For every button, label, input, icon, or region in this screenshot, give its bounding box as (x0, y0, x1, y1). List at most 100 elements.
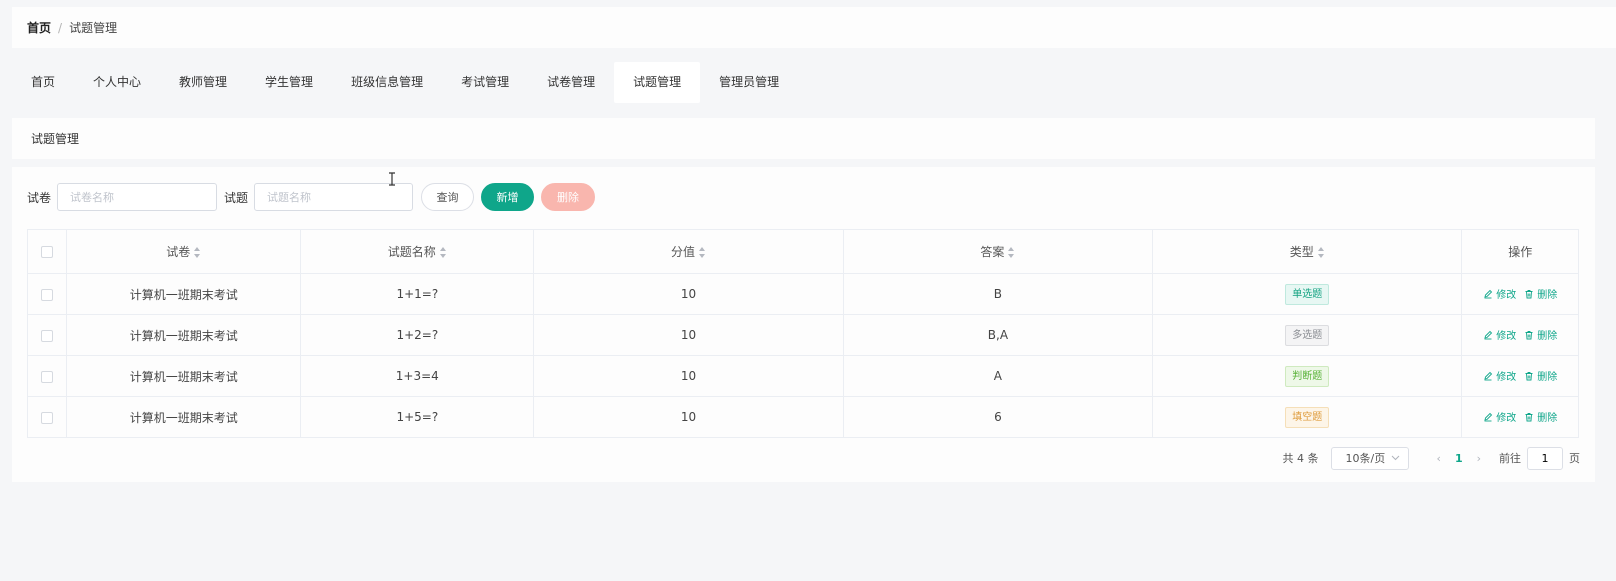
question-search-label: 试题 (224, 190, 249, 205)
trash-icon (1525, 330, 1533, 340)
query-button[interactable]: 查询 (421, 183, 475, 211)
next-page-icon[interactable]: › (1477, 452, 1481, 465)
delete-label: 删除 (1537, 413, 1558, 425)
nav-item-teacher-management[interactable]: 教师管理 (160, 62, 246, 103)
delete-label: 删除 (1537, 290, 1558, 302)
cell-paper: 计算机一班期末考试 (66, 355, 302, 397)
table-row: 计算机一班期末考试 1+3=4 10 A 判断题 修改 删除 (26, 355, 1579, 397)
cell-paper: 计算机一班期末考试 (66, 396, 302, 438)
column-header-paper[interactable]: 试卷 (66, 229, 302, 274)
row-checkbox[interactable] (41, 329, 54, 342)
nav-item-question-management[interactable]: 试题管理 (614, 62, 701, 103)
content-panel: 试卷 试题 查询 新增 删除 试卷 试题名称 分值 答案 类型 操作 计算机一班… (12, 167, 1595, 482)
cell-question: 1+3=4 (300, 355, 535, 397)
breadcrumb-home[interactable]: 首页 (27, 19, 51, 36)
column-header-type[interactable]: 类型 (1152, 229, 1463, 274)
cell-type: 判断题 (1152, 355, 1463, 397)
table-header-row: 试卷 试题名称 分值 答案 类型 操作 (26, 229, 1579, 274)
question-type-badge: 单选题 (1285, 283, 1330, 305)
delete-label: 删除 (1537, 372, 1558, 384)
cell-score: 10 (533, 396, 844, 438)
cell-actions: 修改 删除 (1461, 355, 1579, 397)
row-checkbox[interactable] (41, 411, 54, 424)
top-nav: 首页 个人中心 教师管理 学生管理 班级信息管理 考试管理 试卷管理 试题管理 … (12, 62, 798, 103)
nav-item-admin-management[interactable]: 管理员管理 (700, 62, 798, 103)
trash-icon (1525, 289, 1533, 299)
pagination: 共 4 条 10条/页 ‹ 1 › 前往 页 (12, 446, 1580, 470)
page-size-select[interactable]: 10条/页 (1330, 446, 1409, 470)
sort-icon[interactable] (1317, 247, 1325, 258)
select-all-checkbox[interactable] (41, 246, 54, 258)
goto-page-input[interactable] (1527, 446, 1563, 470)
edit-label: 修改 (1496, 331, 1517, 343)
trash-icon (1525, 412, 1533, 422)
edit-label: 修改 (1496, 372, 1517, 384)
delete-button[interactable]: 删除 (1524, 409, 1557, 424)
cell-question: 1+1=? (300, 273, 535, 315)
breadcrumb-current: 试题管理 (69, 21, 118, 35)
select-all-cell (26, 229, 68, 274)
cell-answer: B (842, 273, 1154, 315)
edit-button[interactable]: 修改 (1483, 409, 1516, 424)
column-header-label: 分值 (671, 245, 696, 259)
sort-icon[interactable] (439, 247, 447, 258)
nav-item-paper-management[interactable]: 试卷管理 (528, 62, 614, 103)
row-select-cell (26, 396, 68, 438)
breadcrumb: 首页 / 试题管理 (12, 7, 1616, 48)
edit-icon (1484, 412, 1493, 422)
edit-icon (1484, 371, 1493, 381)
delete-button[interactable]: 删除 (1524, 327, 1557, 342)
question-name-input[interactable] (254, 183, 414, 211)
cell-question: 1+2=? (300, 314, 535, 356)
delete-button[interactable]: 删除 (1524, 286, 1557, 301)
text-cursor-icon (389, 172, 395, 186)
column-header-score[interactable]: 分值 (533, 229, 844, 274)
nav-item-student-management[interactable]: 学生管理 (246, 62, 332, 103)
cell-answer: 6 (842, 396, 1154, 438)
batch-delete-button[interactable]: 删除 (541, 183, 596, 211)
column-header-label: 操作 (1508, 245, 1533, 259)
row-select-cell (26, 355, 68, 397)
nav-item-personal-center[interactable]: 个人中心 (74, 62, 160, 103)
column-header-label: 试题名称 (387, 245, 436, 259)
edit-icon (1484, 289, 1493, 299)
edit-button[interactable]: 修改 (1483, 368, 1516, 383)
column-header-label: 类型 (1289, 245, 1314, 259)
cell-actions: 修改 删除 (1461, 396, 1579, 438)
cell-actions: 修改 删除 (1461, 273, 1579, 315)
search-bar: 试卷 试题 查询 新增 删除 (27, 183, 596, 211)
edit-button[interactable]: 修改 (1483, 327, 1516, 342)
delete-label: 删除 (1537, 331, 1558, 343)
delete-button[interactable]: 删除 (1524, 368, 1557, 383)
page-number-current[interactable]: 1 (1455, 452, 1463, 465)
column-header-question[interactable]: 试题名称 (300, 229, 535, 274)
paper-name-input[interactable] (57, 183, 218, 211)
cell-actions: 修改 删除 (1461, 314, 1579, 356)
nav-item-home[interactable]: 首页 (12, 62, 74, 103)
page-suffix: 页 (1569, 452, 1580, 465)
column-header-label: 答案 (980, 245, 1005, 259)
paper-search-label: 试卷 (27, 190, 52, 205)
cell-score: 10 (533, 273, 844, 315)
question-type-badge: 判断题 (1285, 365, 1330, 387)
column-header-answer[interactable]: 答案 (842, 229, 1154, 274)
cell-score: 10 (533, 314, 844, 356)
edit-button[interactable]: 修改 (1483, 286, 1516, 301)
row-checkbox[interactable] (41, 288, 54, 301)
row-select-cell (26, 273, 68, 315)
column-header-actions: 操作 (1461, 229, 1579, 274)
breadcrumb-separator: / (58, 20, 63, 35)
sort-icon[interactable] (699, 247, 706, 258)
edit-icon (1484, 330, 1493, 340)
cell-paper: 计算机一班期末考试 (66, 314, 302, 356)
add-button[interactable]: 新增 (481, 183, 535, 211)
prev-page-icon[interactable]: ‹ (1437, 452, 1441, 465)
edit-label: 修改 (1496, 290, 1517, 302)
row-checkbox[interactable] (41, 370, 54, 383)
sort-icon[interactable] (1008, 247, 1015, 258)
nav-item-class-management[interactable]: 班级信息管理 (332, 62, 442, 103)
nav-item-exam-management[interactable]: 考试管理 (442, 62, 528, 103)
sort-icon[interactable] (194, 247, 201, 258)
table-row: 计算机一班期末考试 1+1=? 10 B 单选题 修改 删除 (26, 273, 1579, 315)
cell-type: 单选题 (1152, 273, 1463, 315)
